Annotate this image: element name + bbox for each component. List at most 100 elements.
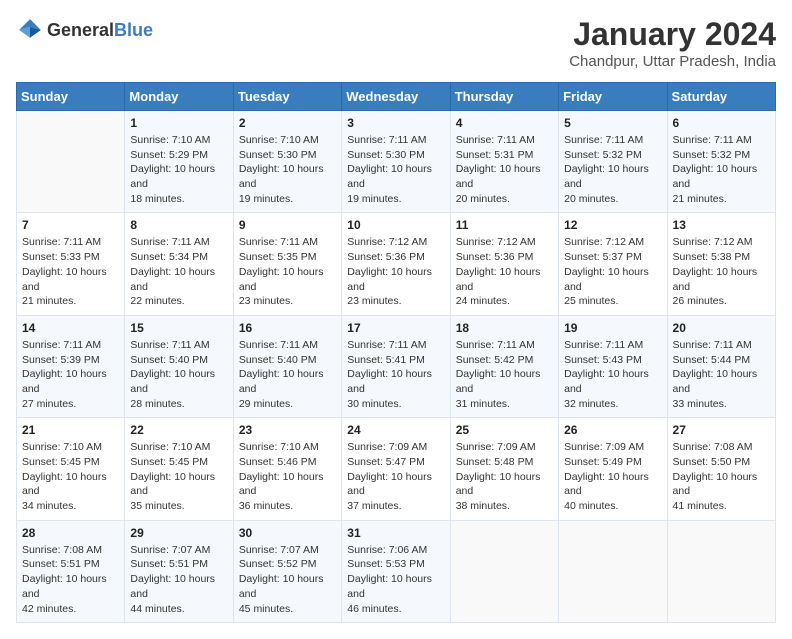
day-number: 25 xyxy=(456,423,553,437)
sunrise-text: Sunrise: 7:11 AM xyxy=(456,133,553,148)
day-number: 16 xyxy=(239,321,336,335)
sunset-text: Sunset: 5:29 PM xyxy=(130,148,227,163)
day-info: Sunrise: 7:11 AMSunset: 5:40 PMDaylight:… xyxy=(130,338,227,411)
weekday-header-wednesday: Wednesday xyxy=(342,83,450,111)
calendar-cell: 7Sunrise: 7:11 AMSunset: 5:33 PMDaylight… xyxy=(17,213,125,315)
daylight-text: Daylight: 10 hours and18 minutes. xyxy=(130,162,227,206)
sunrise-text: Sunrise: 7:10 AM xyxy=(239,133,336,148)
sunset-text: Sunset: 5:48 PM xyxy=(456,455,553,470)
day-info: Sunrise: 7:07 AMSunset: 5:51 PMDaylight:… xyxy=(130,543,227,616)
daylight-text: Daylight: 10 hours and21 minutes. xyxy=(22,265,119,309)
weekday-header-saturday: Saturday xyxy=(667,83,775,111)
day-number: 26 xyxy=(564,423,661,437)
day-info: Sunrise: 7:10 AMSunset: 5:45 PMDaylight:… xyxy=(130,440,227,513)
sunrise-text: Sunrise: 7:07 AM xyxy=(239,543,336,558)
sunrise-text: Sunrise: 7:11 AM xyxy=(673,133,770,148)
day-info: Sunrise: 7:09 AMSunset: 5:48 PMDaylight:… xyxy=(456,440,553,513)
sunset-text: Sunset: 5:32 PM xyxy=(564,148,661,163)
day-number: 28 xyxy=(22,526,119,540)
calendar-cell: 23 Sunrise: 7:10 AMSunset: 5:46 PMDayligh… xyxy=(233,418,341,520)
day-number: 31 xyxy=(347,526,444,540)
calendar-cell: 13Sunrise: 7:12 AMSunset: 5:38 PMDayligh… xyxy=(667,213,775,315)
daylight-text: Daylight: 10 hours and23 minutes. xyxy=(239,265,336,309)
calendar-cell: 20Sunrise: 7:11 AMSunset: 5:44 PMDayligh… xyxy=(667,315,775,417)
weekday-header-friday: Friday xyxy=(559,83,667,111)
calendar-cell: 4Sunrise: 7:11 AMSunset: 5:31 PMDaylight… xyxy=(450,111,558,213)
day-number: 23 xyxy=(239,423,336,437)
day-number: 10 xyxy=(347,218,444,232)
day-info: Sunrise: 7:09 AMSunset: 5:49 PMDaylight:… xyxy=(564,440,661,513)
daylight-text: Daylight: 10 hours and24 minutes. xyxy=(456,265,553,309)
sunrise-text: Sunrise: 7:11 AM xyxy=(564,133,661,148)
header: GeneralBlue January 2024 Chandpur, Uttar… xyxy=(16,16,776,70)
calendar-cell: 9Sunrise: 7:11 AMSunset: 5:35 PMDaylight… xyxy=(233,213,341,315)
daylight-text: Daylight: 10 hours and38 minutes. xyxy=(456,470,553,514)
sunrise-text: Sunrise: 7:11 AM xyxy=(564,338,661,353)
daylight-text: Daylight: 10 hours and29 minutes. xyxy=(239,367,336,411)
calendar-cell: 27 Sunrise: 7:08 AMSunset: 5:50 PMDayligh… xyxy=(667,418,775,520)
day-info: Sunrise: 7:10 AMSunset: 5:45 PMDaylight:… xyxy=(22,440,119,513)
daylight-text: Daylight: 10 hours and22 minutes. xyxy=(130,265,227,309)
sunrise-text: Sunrise: 7:06 AM xyxy=(347,543,444,558)
daylight-text: Daylight: 10 hours and46 minutes. xyxy=(347,572,444,616)
sunrise-text: Sunrise: 7:09 AM xyxy=(347,440,444,455)
sunrise-text: Sunrise: 7:11 AM xyxy=(22,338,119,353)
day-info: Sunrise: 7:06 AMSunset: 5:53 PMDaylight:… xyxy=(347,543,444,616)
day-number: 3 xyxy=(347,116,444,130)
sunset-text: Sunset: 5:30 PM xyxy=(239,148,336,163)
calendar-cell xyxy=(450,520,558,622)
day-number: 5 xyxy=(564,116,661,130)
daylight-text: Daylight: 10 hours and25 minutes. xyxy=(564,265,661,309)
calendar-cell: 28 Sunrise: 7:08 AMSunset: 5:51 PMDayligh… xyxy=(17,520,125,622)
calendar-cell: 2Sunrise: 7:10 AMSunset: 5:30 PMDaylight… xyxy=(233,111,341,213)
day-number: 27 xyxy=(673,423,770,437)
sunset-text: Sunset: 5:40 PM xyxy=(130,353,227,368)
logo-blue-text: Blue xyxy=(114,20,153,40)
day-number: 17 xyxy=(347,321,444,335)
day-info: Sunrise: 7:11 AMSunset: 5:40 PMDaylight:… xyxy=(239,338,336,411)
day-info: Sunrise: 7:10 AMSunset: 5:46 PMDaylight:… xyxy=(239,440,336,513)
calendar-week-row-2: 7Sunrise: 7:11 AMSunset: 5:33 PMDaylight… xyxy=(17,213,776,315)
daylight-text: Daylight: 10 hours and26 minutes. xyxy=(673,265,770,309)
day-info: Sunrise: 7:12 AMSunset: 5:36 PMDaylight:… xyxy=(456,235,553,308)
sunrise-text: Sunrise: 7:08 AM xyxy=(673,440,770,455)
sunset-text: Sunset: 5:35 PM xyxy=(239,250,336,265)
sunset-text: Sunset: 5:47 PM xyxy=(347,455,444,470)
weekday-header-row: SundayMondayTuesdayWednesdayThursdayFrid… xyxy=(17,83,776,111)
day-info: Sunrise: 7:11 AMSunset: 5:43 PMDaylight:… xyxy=(564,338,661,411)
calendar-cell: 5Sunrise: 7:11 AMSunset: 5:32 PMDaylight… xyxy=(559,111,667,213)
calendar-cell: 19 Sunrise: 7:11 AMSunset: 5:43 PMDayligh… xyxy=(559,315,667,417)
day-number: 13 xyxy=(673,218,770,232)
logo-general-text: General xyxy=(47,20,114,40)
calendar-cell: 16 Sunrise: 7:11 AMSunset: 5:40 PMDayligh… xyxy=(233,315,341,417)
calendar-week-row-5: 28 Sunrise: 7:08 AMSunset: 5:51 PMDayligh… xyxy=(17,520,776,622)
daylight-text: Daylight: 10 hours and20 minutes. xyxy=(456,162,553,206)
sunset-text: Sunset: 5:41 PM xyxy=(347,353,444,368)
day-number: 9 xyxy=(239,218,336,232)
day-info: Sunrise: 7:11 AMSunset: 5:34 PMDaylight:… xyxy=(130,235,227,308)
weekday-header-monday: Monday xyxy=(125,83,233,111)
calendar-cell: 14Sunrise: 7:11 AMSunset: 5:39 PMDayligh… xyxy=(17,315,125,417)
sunrise-text: Sunrise: 7:12 AM xyxy=(673,235,770,250)
day-number: 4 xyxy=(456,116,553,130)
sunrise-text: Sunrise: 7:11 AM xyxy=(130,338,227,353)
sunset-text: Sunset: 5:46 PM xyxy=(239,455,336,470)
calendar-cell: 15Sunrise: 7:11 AMSunset: 5:40 PMDayligh… xyxy=(125,315,233,417)
day-number: 8 xyxy=(130,218,227,232)
logo-icon xyxy=(16,16,44,44)
calendar-cell: 3Sunrise: 7:11 AMSunset: 5:30 PMDaylight… xyxy=(342,111,450,213)
calendar-table: SundayMondayTuesdayWednesdayThursdayFrid… xyxy=(16,82,776,623)
sunset-text: Sunset: 5:33 PM xyxy=(22,250,119,265)
day-info: Sunrise: 7:08 AMSunset: 5:51 PMDaylight:… xyxy=(22,543,119,616)
sunrise-text: Sunrise: 7:11 AM xyxy=(239,338,336,353)
day-number: 19 xyxy=(564,321,661,335)
day-number: 1 xyxy=(130,116,227,130)
calendar-cell: 22Sunrise: 7:10 AMSunset: 5:45 PMDayligh… xyxy=(125,418,233,520)
daylight-text: Daylight: 10 hours and19 minutes. xyxy=(239,162,336,206)
sunset-text: Sunset: 5:49 PM xyxy=(564,455,661,470)
sunset-text: Sunset: 5:36 PM xyxy=(347,250,444,265)
day-info: Sunrise: 7:08 AMSunset: 5:50 PMDaylight:… xyxy=(673,440,770,513)
day-number: 6 xyxy=(673,116,770,130)
daylight-text: Daylight: 10 hours and41 minutes. xyxy=(673,470,770,514)
calendar-cell: 11Sunrise: 7:12 AMSunset: 5:36 PMDayligh… xyxy=(450,213,558,315)
